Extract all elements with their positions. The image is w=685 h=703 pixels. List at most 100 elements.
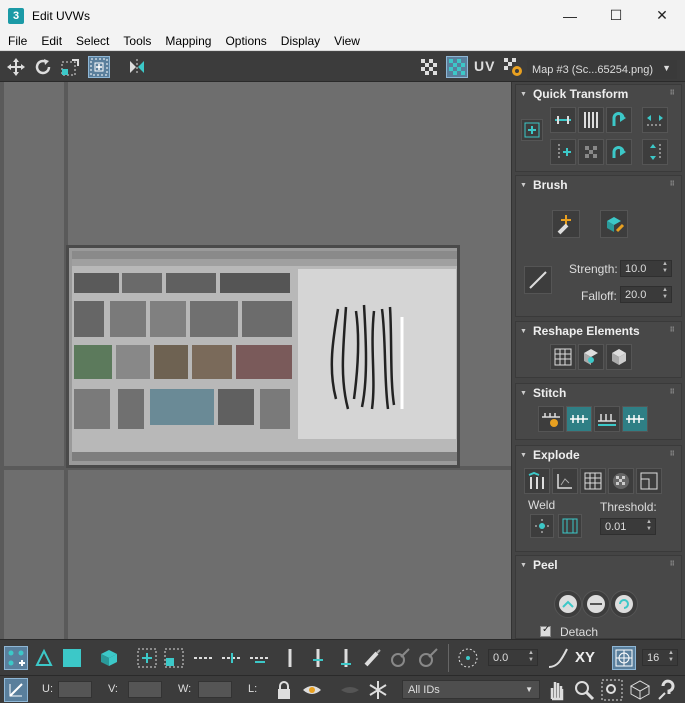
pan-icon[interactable] [544,678,568,702]
loop-grow-icon[interactable] [192,646,216,670]
threshold-spinner[interactable]: 0.01 ▲ ▼ [600,518,656,535]
paint-grow-icon[interactable] [388,646,412,670]
ring-grow-icon[interactable] [248,646,272,670]
maximize-button[interactable]: ☐ [593,0,639,31]
spinner-arrows-icon[interactable]: ▲ ▼ [662,261,668,275]
drag-handle-icon[interactable]: ⠿ [670,326,676,334]
falloff-distance-spinner[interactable]: 0.0 ▲ ▼ [488,649,538,666]
explode-header[interactable]: ▼ Explode ⠿ [516,446,681,464]
ring-select-icon[interactable] [278,646,302,670]
material-id-select[interactable]: All IDs ▼ [402,680,540,699]
zoom-icon[interactable] [572,678,596,702]
help-icon[interactable] [656,678,680,702]
freeform-icon[interactable] [88,56,110,78]
absolute-mode-icon[interactable] [4,678,28,702]
drag-handle-icon[interactable]: ⠿ [670,560,676,568]
weld-target-icon[interactable] [558,514,582,538]
drag-handle-icon[interactable]: ⠿ [670,388,676,396]
drag-handle-icon[interactable]: ⠿ [670,450,676,458]
align-horizontal-icon[interactable] [550,107,576,133]
uv-mode-label[interactable]: UV [474,58,495,74]
ring-add-icon[interactable] [306,646,330,670]
explode-to-checker-icon[interactable] [608,468,634,494]
uv-viewport[interactable] [0,82,511,639]
menu-tools[interactable]: Tools [116,34,158,48]
close-button[interactable]: ✕ [639,0,685,31]
brush-header[interactable]: ▼ Brush ⠿ [516,176,681,194]
align-vertical-icon[interactable] [578,107,604,133]
mirror-icon[interactable] [126,56,148,78]
scale-icon[interactable] [59,56,81,78]
shrink-selection-icon[interactable] [162,646,186,670]
freeze-icon[interactable] [366,678,390,702]
falloff-spinner[interactable]: 20.0 ▲ ▼ [620,286,672,303]
menu-edit[interactable]: Edit [34,34,69,48]
grow-selection-icon[interactable] [135,646,159,670]
menu-file[interactable]: File [0,34,34,48]
checker-off-icon[interactable] [418,56,440,78]
spinner-arrows-icon[interactable]: ▲ ▼ [528,650,534,664]
peel-mode-icon[interactable] [582,590,610,618]
coordinate-space-toggle[interactable]: XY [575,649,595,666]
quick-peel-icon[interactable] [554,590,582,618]
menu-options[interactable]: Options [218,34,273,48]
soft-select-icon[interactable] [456,646,480,670]
map-settings-icon[interactable] [502,56,524,78]
checker-align-icon[interactable] [578,139,604,165]
vertex-select-icon[interactable] [4,646,28,670]
paint-shrink-icon[interactable] [416,646,440,670]
strength-spinner[interactable]: 10.0 ▲ ▼ [620,260,672,277]
rotate-ccw-icon[interactable] [606,107,632,133]
freeform-mode-icon[interactable] [521,119,543,141]
paint-relax-icon[interactable] [600,210,628,238]
u-coordinate-field[interactable] [58,681,92,698]
menu-select[interactable]: Select [69,34,116,48]
spinner-arrows-icon[interactable]: ▲ ▼ [646,519,652,533]
hide-icon[interactable] [338,678,362,702]
zoom-extents-icon[interactable] [628,678,652,702]
move-icon[interactable] [5,56,27,78]
stitch-custom-icon[interactable] [538,406,564,432]
align-to-edge-icon[interactable] [550,139,576,165]
rotate-cw-icon[interactable] [606,139,632,165]
drag-handle-icon[interactable]: ⠿ [670,180,676,188]
menu-display[interactable]: Display [274,34,327,48]
spinner-arrows-icon[interactable]: ▲ ▼ [662,287,668,301]
falloff-curve-icon[interactable] [546,646,570,670]
lock-icon[interactable] [272,678,296,702]
show-hidden-icon[interactable] [300,678,324,702]
flatten-icon[interactable] [636,468,662,494]
texture-map-select[interactable]: Map #3 (Sc...65254.png) ▼ [527,60,677,79]
weld-selected-icon[interactable] [530,514,554,538]
snap-size-spinner[interactable]: 16 ▲ ▼ [642,649,678,666]
stitch-average-icon[interactable] [594,406,620,432]
break-icon[interactable] [524,468,550,494]
minimize-button[interactable]: — [547,0,593,31]
space-horizontal-icon[interactable] [642,107,668,133]
stitch-to-target-icon[interactable] [622,406,648,432]
paint-move-icon[interactable] [552,210,580,238]
menu-view[interactable]: View [327,34,367,48]
polygon-select-icon[interactable] [60,646,84,670]
explode-to-material-icon[interactable] [580,468,606,494]
brush-falloff-icon[interactable] [524,266,552,294]
edge-select-icon[interactable] [32,646,56,670]
spinner-arrows-icon[interactable]: ▲ ▼ [668,650,674,664]
element-select-icon[interactable] [97,646,121,670]
w-coordinate-field[interactable] [198,681,232,698]
rotate-icon[interactable] [32,56,54,78]
relax-options-icon[interactable] [606,344,632,370]
reset-peel-icon[interactable] [610,590,638,618]
ring-remove-icon[interactable] [334,646,358,670]
straighten-icon[interactable] [550,344,576,370]
snap-grid-icon[interactable] [612,646,636,670]
reshape-elements-header[interactable]: ▼ Reshape Elements ⠿ [516,322,681,340]
loop-shrink-icon[interactable] [220,646,244,670]
detach-checkbox[interactable] [540,624,551,637]
relax-icon[interactable] [578,344,604,370]
peel-header[interactable]: ▼ Peel ⠿ [516,556,681,574]
v-coordinate-field[interactable] [128,681,162,698]
menu-mapping[interactable]: Mapping [158,34,218,48]
paint-select-icon[interactable] [360,646,384,670]
quick-transform-header[interactable]: ▼ Quick Transform ⠿ [516,85,681,103]
